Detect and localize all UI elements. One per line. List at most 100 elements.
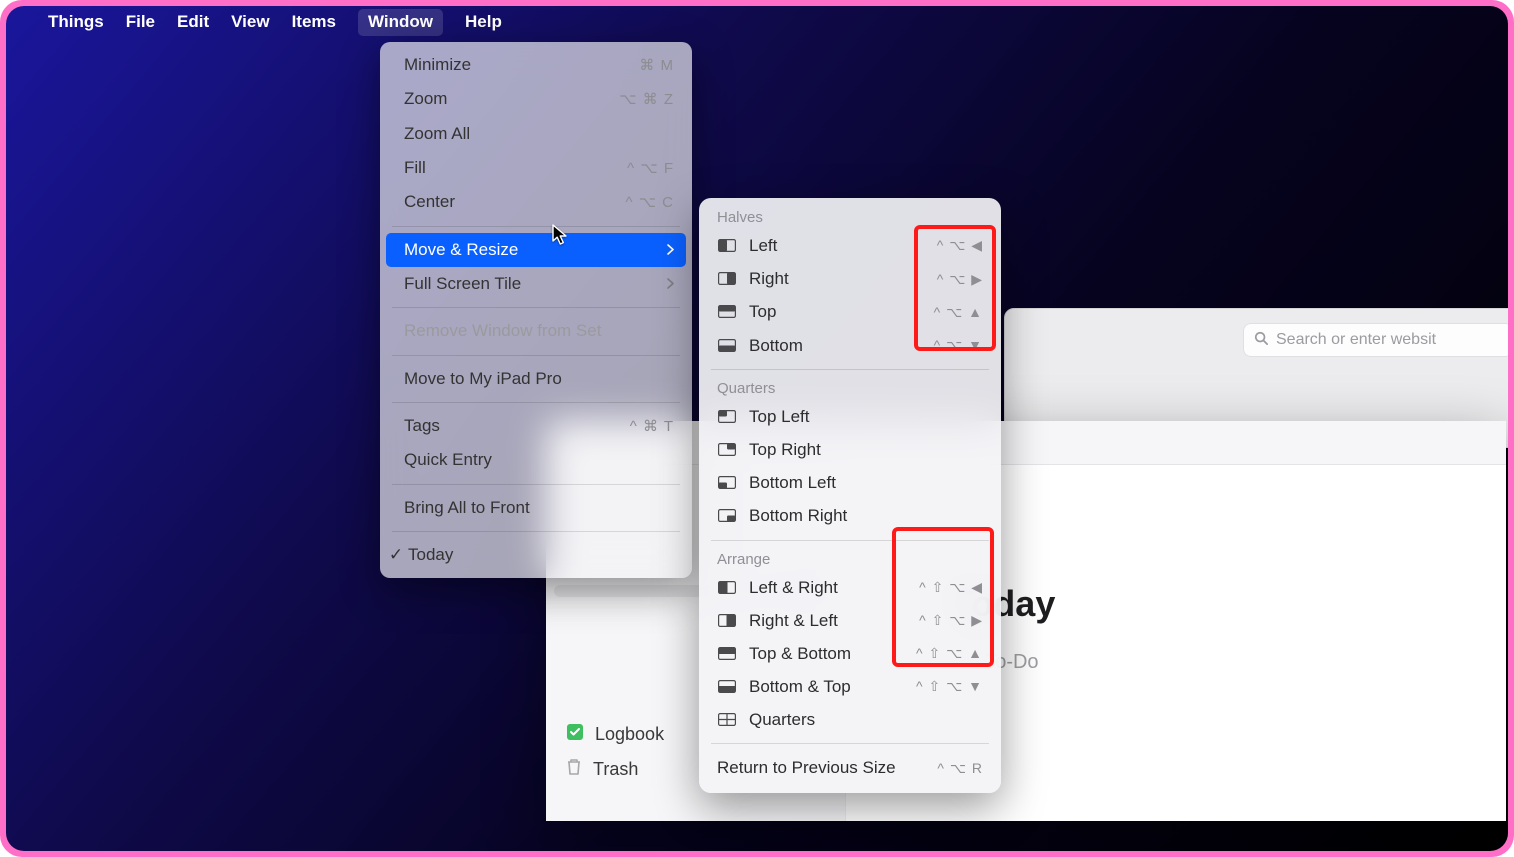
submenu-half-left[interactable]: Left ^ ⌥ ◀ bbox=[699, 229, 1001, 262]
menu-separator bbox=[392, 307, 680, 308]
submenu-arr-bt-shortcut: ^ ⇧ ⌥ ▼ bbox=[916, 675, 983, 697]
submenu-arr-quarters[interactable]: Quarters bbox=[699, 703, 1001, 736]
menu-move-resize[interactable]: Move & Resize bbox=[386, 233, 686, 267]
menu-separator bbox=[392, 402, 680, 403]
half-top-icon bbox=[717, 305, 737, 319]
menu-fst-label: Full Screen Tile bbox=[404, 271, 521, 297]
menu-tags-label: Tags bbox=[404, 413, 440, 439]
submenu-arr-bt-label: Bottom & Top bbox=[749, 673, 916, 700]
menu-tags[interactable]: Tags ^ ⌘ T bbox=[380, 409, 692, 443]
logbook-icon bbox=[566, 723, 584, 746]
submenu-return[interactable]: Return to Previous Size ^ ⌥ R bbox=[699, 751, 1001, 784]
arrange-tb-icon bbox=[717, 646, 737, 660]
menu-zoom-label: Zoom bbox=[404, 86, 447, 112]
menu-center[interactable]: Center ^ ⌥ C bbox=[380, 185, 692, 219]
safari-search-placeholder: Search or enter websit bbox=[1276, 331, 1436, 349]
cursor-pointer-icon bbox=[552, 224, 568, 246]
menu-zoom[interactable]: Zoom ⌥ ⌘ Z bbox=[380, 82, 692, 116]
submenu-half-top[interactable]: Top ^ ⌥ ▲ bbox=[699, 295, 1001, 328]
arrange-rl-icon bbox=[717, 613, 737, 627]
trash-icon bbox=[566, 758, 582, 781]
submenu-arr-rl[interactable]: Right & Left ^ ⇧ ⌥ ▶ bbox=[699, 604, 1001, 637]
menu-remove-from-set: Remove Window from Set bbox=[380, 314, 692, 348]
sidebar-logbook-label: Logbook bbox=[595, 724, 664, 745]
arrange-lr-icon bbox=[717, 580, 737, 594]
menubar-window[interactable]: Window bbox=[358, 9, 443, 36]
quarter-tl-icon bbox=[717, 409, 737, 423]
submenu-q-br[interactable]: Bottom Right bbox=[699, 499, 1001, 532]
chevron-right-icon bbox=[667, 271, 674, 297]
menu-tags-shortcut: ^ ⌘ T bbox=[630, 415, 674, 438]
submenu-half-top-label: Top bbox=[749, 298, 934, 325]
menubar-file[interactable]: File bbox=[126, 12, 155, 32]
submenu-arr-tb[interactable]: Top & Bottom ^ ⇧ ⌥ ▲ bbox=[699, 637, 1001, 670]
arrange-bt-icon bbox=[717, 680, 737, 694]
menu-window-today[interactable]: ✓ Today bbox=[380, 538, 692, 572]
submenu-q-tl[interactable]: Top Left bbox=[699, 400, 1001, 433]
submenu-half-right-shortcut: ^ ⌥ ▶ bbox=[937, 268, 983, 290]
submenu-separator bbox=[711, 369, 989, 370]
safari-search-field[interactable]: Search or enter websit bbox=[1243, 323, 1508, 357]
menubar-app-name[interactable]: Things bbox=[48, 12, 104, 32]
menubar-edit[interactable]: Edit bbox=[177, 12, 209, 32]
window-menu: Minimize ⌘ M Zoom ⌥ ⌘ Z Zoom All Fill ^ … bbox=[380, 42, 692, 578]
submenu-half-bottom[interactable]: Bottom ^ ⌥ ▼ bbox=[699, 329, 1001, 362]
menu-separator bbox=[392, 531, 680, 532]
menu-quick-entry[interactable]: Quick Entry bbox=[380, 443, 692, 477]
submenu-arr-bt[interactable]: Bottom & Top ^ ⇧ ⌥ ▼ bbox=[699, 670, 1001, 703]
menubar-view[interactable]: View bbox=[231, 12, 269, 32]
search-icon bbox=[1254, 331, 1268, 350]
menu-quick-entry-label: Quick Entry bbox=[404, 447, 492, 473]
menu-bring-front[interactable]: Bring All to Front bbox=[380, 491, 692, 525]
menu-zoom-all[interactable]: Zoom All bbox=[380, 117, 692, 151]
submenu-header-quarters: Quarters bbox=[699, 377, 1001, 400]
submenu-q-bl[interactable]: Bottom Left bbox=[699, 466, 1001, 499]
chevron-right-icon bbox=[667, 237, 674, 263]
arrange-quarters-icon bbox=[717, 713, 737, 727]
quarter-bl-icon bbox=[717, 476, 737, 490]
quarter-br-icon bbox=[717, 509, 737, 523]
submenu-q-bl-label: Bottom Left bbox=[749, 469, 983, 496]
menubar-items[interactable]: Items bbox=[292, 12, 336, 32]
submenu-half-left-shortcut: ^ ⌥ ◀ bbox=[937, 234, 983, 256]
quarter-tr-icon bbox=[717, 443, 737, 457]
submenu-arr-lr[interactable]: Left & Right ^ ⇧ ⌥ ◀ bbox=[699, 571, 1001, 604]
submenu-arr-tb-shortcut: ^ ⇧ ⌥ ▲ bbox=[916, 642, 983, 664]
submenu-arr-lr-label: Left & Right bbox=[749, 574, 919, 601]
submenu-arr-quarters-label: Quarters bbox=[749, 706, 983, 733]
menu-move-to-ipad[interactable]: Move to My iPad Pro bbox=[380, 362, 692, 396]
menu-fill-shortcut: ^ ⌥ F bbox=[627, 157, 674, 180]
submenu-return-label: Return to Previous Size bbox=[717, 754, 937, 781]
menu-minimize-label: Minimize bbox=[404, 52, 471, 78]
submenu-arr-lr-shortcut: ^ ⇧ ⌥ ◀ bbox=[919, 576, 983, 598]
menu-minimize-shortcut: ⌘ M bbox=[639, 54, 674, 77]
menu-zoom-shortcut: ⌥ ⌘ Z bbox=[619, 88, 674, 111]
half-right-icon bbox=[717, 272, 737, 286]
menu-fill[interactable]: Fill ^ ⌥ F bbox=[380, 151, 692, 185]
submenu-half-right-label: Right bbox=[749, 265, 937, 292]
submenu-header-halves: Halves bbox=[699, 206, 1001, 229]
submenu-return-shortcut: ^ ⌥ R bbox=[937, 757, 983, 779]
submenu-arr-tb-label: Top & Bottom bbox=[749, 640, 916, 667]
menu-remove-label: Remove Window from Set bbox=[404, 318, 601, 344]
menu-zoom-all-label: Zoom All bbox=[404, 121, 470, 147]
menu-move-ipad-label: Move to My iPad Pro bbox=[404, 366, 562, 392]
menu-full-screen-tile[interactable]: Full Screen Tile bbox=[380, 267, 692, 301]
submenu-q-tl-label: Top Left bbox=[749, 403, 983, 430]
submenu-half-right[interactable]: Right ^ ⌥ ▶ bbox=[699, 262, 1001, 295]
menu-separator bbox=[392, 226, 680, 227]
half-left-icon bbox=[717, 239, 737, 253]
checkmark-icon: ✓ bbox=[388, 542, 404, 568]
submenu-arr-rl-label: Right & Left bbox=[749, 607, 919, 634]
menu-bring-front-label: Bring All to Front bbox=[404, 495, 530, 521]
half-bottom-icon bbox=[717, 338, 737, 352]
menu-minimize[interactable]: Minimize ⌘ M bbox=[380, 48, 692, 82]
menu-center-shortcut: ^ ⌥ C bbox=[626, 191, 675, 214]
menu-today-label: Today bbox=[408, 542, 453, 568]
submenu-q-tr-label: Top Right bbox=[749, 436, 983, 463]
menubar-help[interactable]: Help bbox=[465, 12, 502, 32]
submenu-q-br-label: Bottom Right bbox=[749, 502, 983, 529]
submenu-q-tr[interactable]: Top Right bbox=[699, 433, 1001, 466]
submenu-separator bbox=[711, 743, 989, 744]
submenu-half-bottom-label: Bottom bbox=[749, 332, 934, 359]
